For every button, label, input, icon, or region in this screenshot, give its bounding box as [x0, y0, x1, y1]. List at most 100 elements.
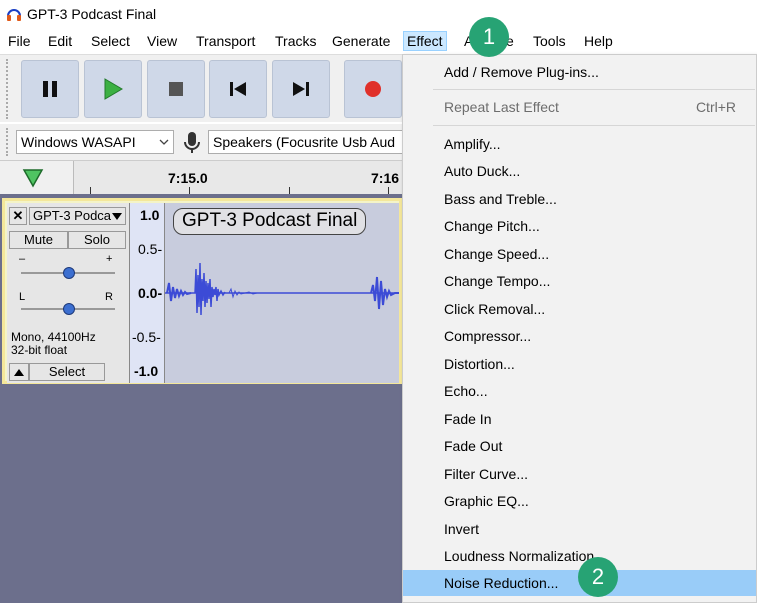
menu-item-label: Change Speed... — [444, 246, 550, 262]
menu-item-amplify[interactable]: Amplify... — [403, 131, 756, 157]
menu-item-distortion[interactable]: Distortion... — [403, 351, 756, 377]
menu-generate[interactable]: Generate — [329, 31, 393, 51]
menu-item-loudness-normalization[interactable]: Loudness Normalization... — [403, 543, 756, 569]
menu-file[interactable]: File — [5, 31, 34, 51]
menu-item-label: Echo... — [444, 383, 488, 399]
ruler-tick — [289, 187, 290, 194]
skip-start-button[interactable] — [209, 60, 267, 118]
menu-edit[interactable]: Edit — [45, 31, 75, 51]
menu-item-label: Loudness Normalization... — [444, 548, 606, 564]
menu-item-compressor[interactable]: Compressor... — [403, 323, 756, 349]
stop-icon — [169, 82, 183, 96]
scale-label: -1.0 — [134, 363, 159, 379]
record-button[interactable] — [344, 60, 402, 118]
menu-item-change-speed[interactable]: Change Speed... — [403, 241, 756, 267]
transport-toolbar — [0, 54, 404, 122]
menu-item-change-tempo[interactable]: Change Tempo... — [403, 268, 756, 294]
ruler-label-2: 7:16 — [371, 170, 400, 186]
menu-select[interactable]: Select — [88, 31, 133, 51]
menu-item-repeat-last-effect: Repeat Last Effect Ctrl+R — [403, 94, 756, 120]
track-info: Mono, 44100Hz 32-bit float — [11, 331, 96, 357]
menu-item-invert[interactable]: Invert — [403, 516, 756, 542]
track-name-menu[interactable]: GPT-3 Podca — [29, 207, 126, 225]
amplitude-ruler: 1.0 0.5- 0.0- -0.5- -1.0 — [129, 203, 165, 383]
record-icon — [365, 81, 381, 97]
track-area: ✕ GPT-3 Podca Mute Solo – + L R Mono, 44… — [0, 194, 404, 603]
menu-item-label: Compressor... — [444, 328, 532, 344]
select-label: Select — [48, 364, 86, 379]
ruler-tick — [90, 187, 91, 194]
menu-item-fade-in[interactable]: Fade In — [403, 406, 756, 432]
close-icon: ✕ — [12, 208, 24, 223]
scale-label: 0.0- — [138, 285, 163, 301]
menu-item-label: Add / Remove Plug-ins... — [444, 64, 599, 80]
ruler-label-1: 7:15.0 — [168, 170, 208, 186]
menu-item-label: Distortion... — [444, 356, 515, 372]
menu-item-echo[interactable]: Echo... — [403, 378, 756, 404]
solo-label: Solo — [83, 232, 111, 247]
menu-item-bass-and-treble[interactable]: Bass and Treble... — [403, 186, 756, 212]
triangle-down-icon — [112, 213, 122, 220]
menu-tracks[interactable]: Tracks — [272, 31, 319, 51]
device-toolbar: Windows WASAPI Speakers (Focusrite Usb A… — [0, 124, 404, 160]
stop-button[interactable] — [147, 60, 205, 118]
mute-button[interactable]: Mute — [9, 231, 68, 249]
output-device-value: Speakers (Focusrite Usb Aud — [213, 134, 396, 150]
menu-item-fade-out[interactable]: Fade Out — [403, 433, 756, 459]
pan-right-label: R — [105, 291, 113, 303]
select-track-button[interactable]: Select — [29, 363, 105, 381]
track-name: GPT-3 Podca — [33, 208, 112, 223]
menu-effect[interactable]: Effect — [403, 31, 447, 51]
microphone-icon — [184, 132, 200, 153]
menu-item-add-remove-plugins[interactable]: Add / Remove Plug-ins... — [403, 59, 756, 85]
device-toolbar-grip[interactable] — [6, 128, 12, 156]
output-device-select[interactable]: Speakers (Focusrite Usb Aud — [208, 130, 404, 154]
toolbar-grip[interactable] — [6, 59, 12, 119]
audio-host-select[interactable]: Windows WASAPI — [16, 130, 174, 154]
menu-item-label: Auto Duck... — [444, 163, 521, 179]
step-badge-2: 2 — [578, 557, 618, 597]
menu-item-click-removal[interactable]: Click Removal... — [403, 296, 756, 322]
play-icon — [104, 78, 123, 100]
menu-item-graphic-eq[interactable]: Graphic EQ... — [403, 488, 756, 514]
pause-icon — [43, 81, 57, 97]
track-title-label: GPT-3 Podcast Final — [173, 208, 367, 235]
solo-button[interactable]: Solo — [68, 231, 126, 249]
menu-item-label: Filter Curve... — [444, 466, 529, 482]
menu-transport[interactable]: Transport — [193, 31, 258, 51]
menu-item-label: Noise Reduction... — [444, 575, 559, 591]
menu-item-label: Click Removal... — [444, 301, 546, 317]
skip-end-button[interactable] — [272, 60, 330, 118]
effect-menu-dropdown: Add / Remove Plug-ins... Repeat Last Eff… — [402, 54, 757, 603]
menu-separator — [433, 89, 755, 90]
ruler-tick — [189, 187, 190, 194]
menu-item-auto-duck[interactable]: Auto Duck... — [403, 158, 756, 184]
menu-item-change-pitch[interactable]: Change Pitch... — [403, 213, 756, 239]
play-button[interactable] — [84, 60, 142, 118]
timeline-ruler[interactable]: 7:15.0 7:16 — [0, 160, 404, 194]
close-track-button[interactable]: ✕ — [9, 207, 27, 225]
menu-bar: File Edit Select View Transport Tracks G… — [0, 28, 757, 54]
pause-button[interactable] — [21, 60, 79, 118]
ruler-left-panel — [0, 161, 74, 194]
audio-track: ✕ GPT-3 Podca Mute Solo – + L R Mono, 44… — [2, 198, 402, 384]
menu-item-label: Graphic EQ... — [444, 493, 529, 509]
menu-help[interactable]: Help — [581, 31, 616, 51]
scale-label: 1.0 — [140, 207, 160, 223]
play-head-icon[interactable] — [22, 168, 44, 188]
track-control-panel: ✕ GPT-3 Podca Mute Solo – + L R Mono, 44… — [7, 203, 129, 383]
gain-slider-thumb[interactable] — [62, 266, 76, 280]
menu-tools[interactable]: Tools — [530, 31, 569, 51]
menu-item-label: Change Tempo... — [444, 273, 551, 289]
ruler-tick — [388, 187, 389, 194]
menu-item-filter-curve[interactable]: Filter Curve... — [403, 461, 756, 487]
menu-view[interactable]: View — [144, 31, 180, 51]
menu-item-label: Change Pitch... — [444, 218, 540, 234]
skip-end-icon — [293, 82, 309, 96]
pan-slider-thumb[interactable] — [62, 302, 76, 316]
scale-label: 0.5- — [138, 241, 163, 257]
menu-item-label: Fade Out — [444, 438, 503, 454]
collapse-track-button[interactable] — [9, 363, 29, 381]
waveform-display[interactable]: GPT-3 Podcast Final — [165, 203, 399, 383]
title-bar: GPT-3 Podcast Final — [0, 0, 757, 28]
